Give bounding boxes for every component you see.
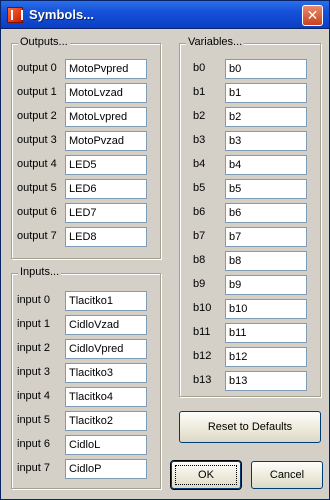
variables-field-1[interactable]: b1 [225, 83, 307, 103]
inputs-label-3: input 3 [17, 366, 51, 378]
title-bar[interactable]: Symbols... ✕ [1, 1, 329, 29]
outputs-field-6[interactable]: LED7 [65, 203, 147, 223]
inputs-label-6: input 6 [17, 438, 51, 450]
inputs-field-3[interactable]: Tlacitko3 [65, 363, 147, 383]
variables-field-4[interactable]: b4 [225, 155, 307, 175]
variables-label-5: b5 [193, 182, 206, 194]
outputs-label-3: output 3 [17, 134, 57, 146]
outputs-field-1[interactable]: MotoLvzad [65, 83, 147, 103]
inputs-field-1[interactable]: CidloVzad [65, 315, 147, 335]
inputs-field-5[interactable]: Tlacitko2 [65, 411, 147, 431]
variables-label-12: b12 [193, 350, 212, 362]
variables-field-8[interactable]: b8 [225, 251, 307, 271]
outputs-field-2[interactable]: MotoLvpred [65, 107, 147, 127]
variables-field-7[interactable]: b7 [225, 227, 307, 247]
variables-field-2[interactable]: b2 [225, 107, 307, 127]
inputs-field-7[interactable]: CidloP [65, 459, 147, 479]
variables-label-13: b13 [193, 374, 212, 386]
outputs-field-7[interactable]: LED8 [65, 227, 147, 247]
variables-field-0[interactable]: b0 [225, 59, 307, 79]
outputs-field-0[interactable]: MotoPvpred [65, 59, 147, 79]
variables-field-3[interactable]: b3 [225, 131, 307, 151]
variables-field-9[interactable]: b9 [225, 275, 307, 295]
outputs-label-1: output 1 [17, 86, 57, 98]
outputs-field-3[interactable]: MotoPvzad [65, 131, 147, 151]
outputs-label-0: output 0 [17, 62, 57, 74]
outputs-label-2: output 2 [17, 110, 57, 122]
ok-button[interactable]: OK [171, 461, 241, 489]
variables-label-1: b1 [193, 86, 206, 98]
variables-label-0: b0 [193, 62, 206, 74]
reset-to-defaults-button[interactable]: Reset to Defaults [179, 411, 321, 443]
outputs-group-label: Outputs... [18, 36, 70, 48]
variables-field-13[interactable]: b13 [225, 371, 307, 391]
outputs-label-7: output 7 [17, 230, 57, 242]
outputs-label-6: output 6 [17, 206, 57, 218]
window-title: Symbols... [29, 7, 95, 22]
inputs-label-1: input 1 [17, 318, 51, 330]
outputs-field-5[interactable]: LED6 [65, 179, 147, 199]
outputs-field-4[interactable]: LED5 [65, 155, 147, 175]
variables-label-6: b6 [193, 206, 206, 218]
variables-label-10: b10 [193, 302, 212, 314]
variables-label-11: b11 [193, 326, 211, 338]
variables-group-label: Variables... [186, 36, 245, 48]
inputs-field-2[interactable]: CidloVpred [65, 339, 147, 359]
variables-field-6[interactable]: b6 [225, 203, 307, 223]
variables-label-2: b2 [193, 110, 206, 122]
variables-field-10[interactable]: b10 [225, 299, 307, 319]
variables-label-3: b3 [193, 134, 206, 146]
inputs-label-0: input 0 [17, 294, 51, 306]
app-icon [7, 7, 23, 23]
variables-label-9: b9 [193, 278, 206, 290]
outputs-label-4: output 4 [17, 158, 57, 170]
variables-field-11[interactable]: b11 [225, 323, 307, 343]
variables-label-7: b7 [193, 230, 206, 242]
inputs-label-5: input 5 [17, 414, 51, 426]
close-button[interactable]: ✕ [302, 5, 323, 26]
cancel-button[interactable]: Cancel [251, 461, 323, 489]
variables-label-4: b4 [193, 158, 206, 170]
symbols-dialog: Symbols... ✕ Outputs... output 0 MotoPvpr… [0, 0, 330, 500]
outputs-label-5: output 5 [17, 182, 57, 194]
variables-label-8: b8 [193, 254, 206, 266]
inputs-field-6[interactable]: CidloL [65, 435, 147, 455]
inputs-label-2: input 2 [17, 342, 51, 354]
inputs-field-0[interactable]: Tlacitko1 [65, 291, 147, 311]
ok-button-label: OK [198, 469, 214, 481]
variables-field-12[interactable]: b12 [225, 347, 307, 367]
variables-field-5[interactable]: b5 [225, 179, 307, 199]
inputs-label-4: input 4 [17, 390, 51, 402]
inputs-label-7: input 7 [17, 462, 51, 474]
inputs-field-4[interactable]: Tlacitko4 [65, 387, 147, 407]
inputs-group-label: Inputs... [18, 266, 62, 278]
